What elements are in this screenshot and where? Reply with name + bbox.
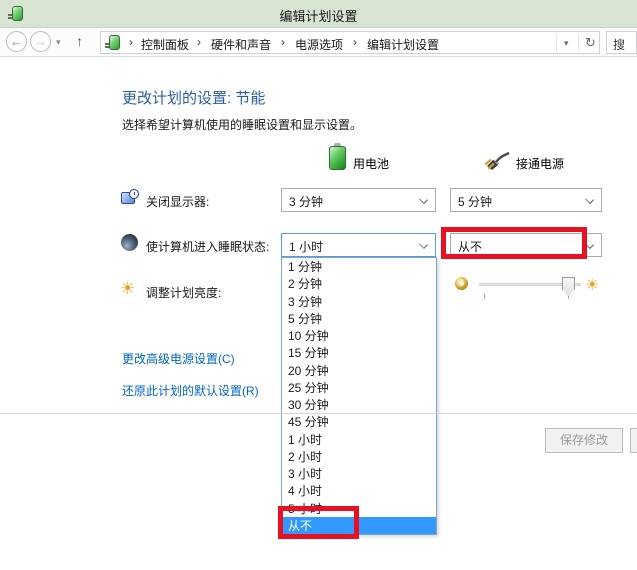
dropdown-option[interactable]: 25 分钟 [282,379,436,396]
forward-button[interactable]: → [30,31,51,52]
forward-icon: → [34,34,47,49]
advanced-power-settings-link[interactable]: 更改高级电源设置(C) [122,350,235,367]
sun-icon: ☀ [120,279,135,299]
dropdown-option[interactable]: 5 分钟 [282,310,436,327]
sleep-label: 使计算机进入睡眠状态: [146,238,269,255]
dropdown-option[interactable]: 30 分钟 [282,396,436,413]
chevron-down-icon [419,195,428,204]
refresh-icon[interactable]: ↻ [585,35,596,51]
moon-sleep-icon [121,234,138,251]
back-icon: ← [10,34,23,49]
page-title: 更改计划的设置: 节能 [122,87,265,108]
crumb-separator: › [281,35,285,49]
bottom-separator [0,413,637,414]
brightness-slider-thumb[interactable] [562,277,575,297]
sleep-battery-dropdown-list: 1 分钟 2 分钟 3 分钟 5 分钟 10 分钟 15 分钟 20 分钟 25… [281,257,437,535]
page-content: 更改计划的设置: 节能 选择希望计算机使用的睡眠设置和显示设置。 用电池 接通电… [0,57,637,570]
navigation-bar: ← → ▾ ↑ › 控制面板 › 硬件和声音 › 电源选项 › 编辑计划设置 ▾… [0,28,637,57]
window-title: 编辑计划设置 [0,6,637,25]
sleep-battery-value: 1 小时 [289,238,323,255]
plugged-in-column-header: 接通电源 [516,155,564,172]
display-plugged-select[interactable]: 5 分钟 [450,188,602,212]
chevron-down-icon [585,195,594,204]
back-button[interactable]: ← [6,31,27,52]
recent-pages-dropdown[interactable]: ▾ [56,37,61,48]
restore-defaults-link[interactable]: 还原此计划的默认设置(R) [122,382,259,399]
dim-brightness-icon [455,277,468,290]
display-battery-value: 3 分钟 [289,193,323,210]
search-text: 搜 [613,36,625,53]
cancel-button-clipped[interactable] [630,428,637,453]
dropdown-option[interactable]: 3 小时 [282,465,436,482]
dropdown-option[interactable]: 1 分钟 [282,258,436,275]
dropdown-option[interactable]: 15 分钟 [282,344,436,361]
on-battery-column-header: 用电池 [353,155,389,172]
power-options-icon [105,34,122,51]
dropdown-option[interactable]: 2 小时 [282,448,436,465]
plug-icon [483,150,511,170]
breadcrumb-control-panel[interactable]: 控制面板 [141,36,189,53]
slider-tick [484,294,485,299]
annotation-box-never-combobox [441,227,587,259]
battery-icon [329,143,346,170]
breadcrumb-edit-plan-settings[interactable]: 编辑计划设置 [367,36,439,53]
dropdown-option[interactable]: 20 分钟 [282,362,436,379]
crumb-separator: › [353,35,357,49]
display-plugged-value: 5 分钟 [458,193,492,210]
dropdown-option[interactable]: 1 小时 [282,431,436,448]
display-clock-icon [121,189,139,207]
dropdown-option[interactable]: 45 分钟 [282,413,436,430]
save-changes-button[interactable]: 保存修改 [545,428,623,453]
brightness-label: 调整计划亮度: [146,284,221,301]
address-dropdown-icon[interactable]: ▾ [564,38,569,49]
search-input[interactable]: 搜 [606,31,637,54]
annotation-box-never-option [278,506,359,539]
up-button[interactable]: ↑ [76,33,83,49]
dropdown-option[interactable]: 4 小时 [282,482,436,499]
crumb-separator: › [129,35,133,49]
address-bar[interactable]: › 控制面板 › 硬件和声音 › 电源选项 › 编辑计划设置 ▾ ↻ [100,31,600,54]
breadcrumb-hardware-sound[interactable]: 硬件和声音 [211,36,271,53]
page-subtitle: 选择希望计算机使用的睡眠设置和显示设置。 [122,116,362,133]
bright-sun-icon: ☀ [585,275,599,294]
title-bar: 编辑计划设置 [0,0,637,28]
sleep-battery-select[interactable]: 1 小时 [281,233,436,257]
chevron-down-icon [419,240,428,249]
dropdown-option[interactable]: 2 分钟 [282,275,436,292]
turn-off-display-label: 关闭显示器: [146,193,209,210]
display-battery-select[interactable]: 3 分钟 [281,188,436,212]
breadcrumb-power-options[interactable]: 电源选项 [295,36,343,53]
crumb-separator: › [197,35,201,49]
dropdown-option[interactable]: 10 分钟 [282,327,436,344]
dropdown-option[interactable]: 3 分钟 [282,293,436,310]
